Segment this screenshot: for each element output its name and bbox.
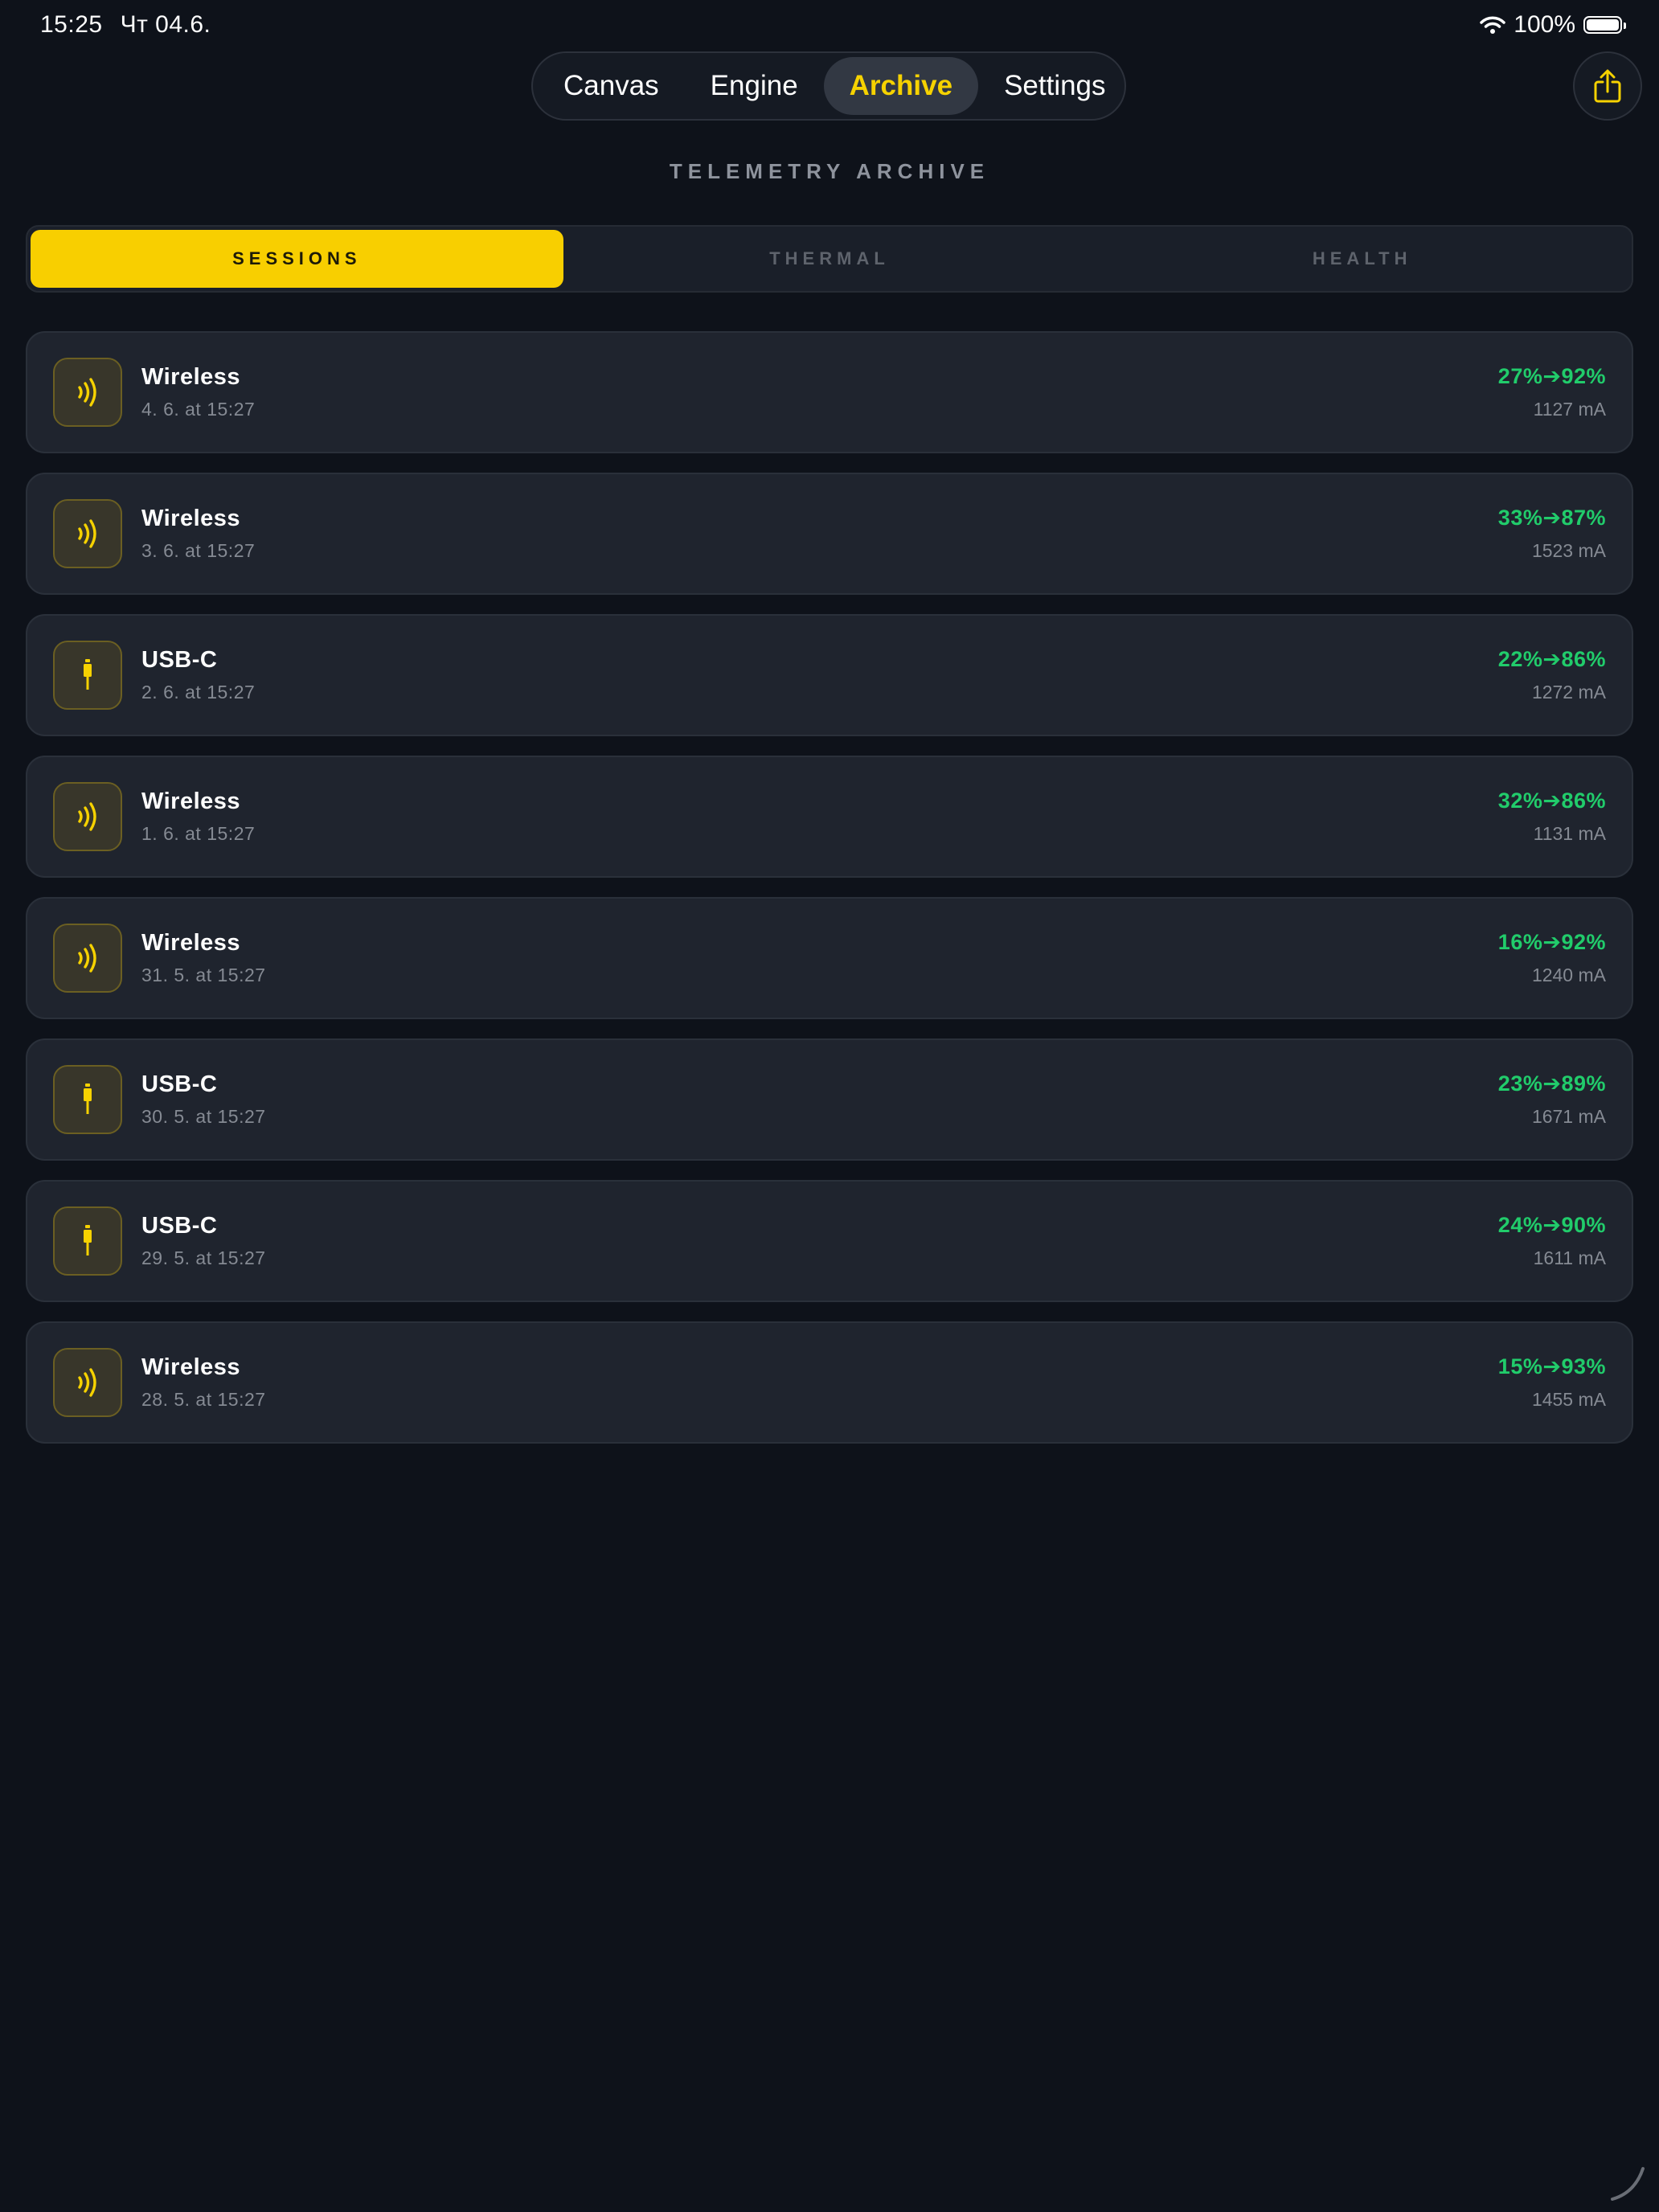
session-charge: 16%➔92% xyxy=(1497,930,1606,954)
archive-segmented-control: SESSIONS THERMAL HEALTH xyxy=(26,225,1633,293)
status-time: 15:25 xyxy=(40,11,103,38)
session-text: Wireless 31. 5. at 15:27 xyxy=(141,930,1498,986)
wifi-icon xyxy=(1480,16,1506,34)
usb-c-icon xyxy=(53,1206,122,1276)
session-row[interactable]: Wireless 31. 5. at 15:27 16%➔92% 1240 mA xyxy=(26,897,1633,1019)
session-stats: 23%➔89% 1671 mA xyxy=(1498,1071,1606,1128)
segment-sessions[interactable]: SESSIONS xyxy=(31,230,563,288)
session-current: 1523 mA xyxy=(1531,540,1606,561)
session-text: Wireless 4. 6. at 15:27 xyxy=(141,364,1498,420)
session-date: 1. 6. at 15:27 xyxy=(141,823,256,844)
session-row[interactable]: Wireless 4. 6. at 15:27 27%➔92% 1127 mA xyxy=(26,331,1633,453)
session-date: 4. 6. at 15:27 xyxy=(141,399,256,420)
wireless-icon xyxy=(53,499,122,568)
page-title: TELEMETRY ARCHIVE xyxy=(669,159,990,183)
status-date: Чт 04.6. xyxy=(120,11,211,38)
session-charge: 15%➔93% xyxy=(1497,1354,1606,1378)
session-date: 3. 6. at 15:27 xyxy=(141,540,256,561)
session-type: USB-C xyxy=(141,647,218,673)
session-row[interactable]: Wireless 28. 5. at 15:27 15%➔93% 1455 mA xyxy=(26,1321,1633,1444)
session-charge: 22%➔86% xyxy=(1497,647,1606,671)
segment-thermal[interactable]: THERMAL xyxy=(563,230,1096,288)
battery-icon xyxy=(1583,16,1626,34)
session-charge: 24%➔90% xyxy=(1497,1213,1606,1237)
session-charge: 27%➔92% xyxy=(1497,364,1606,388)
session-date: 30. 5. at 15:27 xyxy=(141,1106,266,1127)
corner-resize-icon xyxy=(1611,2167,1645,2201)
session-row[interactable]: USB-C 29. 5. at 15:27 24%➔90% 1611 mA xyxy=(26,1180,1633,1302)
session-date: 2. 6. at 15:27 xyxy=(141,682,256,703)
session-current: 1671 mA xyxy=(1531,1106,1606,1127)
session-charge: 32%➔86% xyxy=(1497,789,1606,813)
session-row[interactable]: Wireless 3. 6. at 15:27 33%➔87% 1523 mA xyxy=(26,473,1633,595)
wireless-icon xyxy=(53,1348,122,1417)
tab-settings[interactable]: Settings xyxy=(978,57,1131,115)
session-text: Wireless 1. 6. at 15:27 xyxy=(141,789,1498,845)
session-current: 1611 mA xyxy=(1533,1247,1606,1268)
session-stats: 32%➔86% 1131 mA xyxy=(1498,789,1606,845)
top-nav: Canvas Engine Archive Settings xyxy=(531,51,1126,121)
session-stats: 27%➔92% 1127 mA xyxy=(1498,364,1606,420)
usb-c-icon xyxy=(53,1065,122,1134)
session-text: USB-C 29. 5. at 15:27 xyxy=(141,1213,1498,1269)
usb-c-icon xyxy=(53,641,122,710)
status-bar-left: 15:25 Чт 04.6. xyxy=(40,11,228,39)
tab-canvas[interactable]: Canvas xyxy=(538,57,685,115)
share-button[interactable] xyxy=(1573,51,1642,121)
session-text: USB-C 30. 5. at 15:27 xyxy=(141,1071,1498,1128)
session-type: Wireless xyxy=(141,506,241,531)
session-date: 28. 5. at 15:27 xyxy=(141,1389,266,1410)
session-stats: 16%➔92% 1240 mA xyxy=(1498,930,1606,986)
session-current: 1240 mA xyxy=(1531,965,1606,985)
status-bar-right: 100% xyxy=(1480,11,1626,39)
session-current: 1127 mA xyxy=(1533,399,1606,420)
tab-engine[interactable]: Engine xyxy=(685,57,824,115)
session-text: Wireless 3. 6. at 15:27 xyxy=(141,506,1498,562)
session-current: 1131 mA xyxy=(1533,823,1606,844)
segment-health[interactable]: HEALTH xyxy=(1096,230,1628,288)
wireless-icon xyxy=(53,358,122,427)
session-type: Wireless xyxy=(141,930,241,956)
session-type: USB-C xyxy=(141,1071,218,1097)
battery-percent: 100% xyxy=(1514,11,1575,38)
session-type: Wireless xyxy=(141,364,241,390)
session-type: Wireless xyxy=(141,1354,241,1380)
session-row[interactable]: USB-C 30. 5. at 15:27 23%➔89% 1671 mA xyxy=(26,1038,1633,1161)
session-row[interactable]: Wireless 1. 6. at 15:27 32%➔86% 1131 mA xyxy=(26,756,1633,878)
session-date: 29. 5. at 15:27 xyxy=(141,1247,266,1268)
share-icon xyxy=(1594,69,1621,103)
wireless-icon xyxy=(53,782,122,851)
sessions-list: Wireless 4. 6. at 15:27 27%➔92% 1127 mA … xyxy=(26,331,1633,1463)
session-type: USB-C xyxy=(141,1213,218,1239)
session-row[interactable]: USB-C 2. 6. at 15:27 22%➔86% 1272 mA xyxy=(26,614,1633,736)
session-current: 1272 mA xyxy=(1531,682,1606,703)
session-text: USB-C 2. 6. at 15:27 xyxy=(141,647,1498,703)
session-text: Wireless 28. 5. at 15:27 xyxy=(141,1354,1498,1411)
session-stats: 22%➔86% 1272 mA xyxy=(1498,647,1606,703)
tab-archive[interactable]: Archive xyxy=(823,57,979,115)
session-stats: 24%➔90% 1611 mA xyxy=(1498,1213,1606,1269)
session-date: 31. 5. at 15:27 xyxy=(141,965,266,985)
session-charge: 33%➔87% xyxy=(1497,506,1606,530)
session-type: Wireless xyxy=(141,789,241,814)
session-charge: 23%➔89% xyxy=(1497,1071,1606,1096)
session-stats: 15%➔93% 1455 mA xyxy=(1498,1354,1606,1411)
session-stats: 33%➔87% 1523 mA xyxy=(1498,506,1606,562)
wireless-icon xyxy=(53,924,122,993)
session-current: 1455 mA xyxy=(1531,1389,1606,1410)
